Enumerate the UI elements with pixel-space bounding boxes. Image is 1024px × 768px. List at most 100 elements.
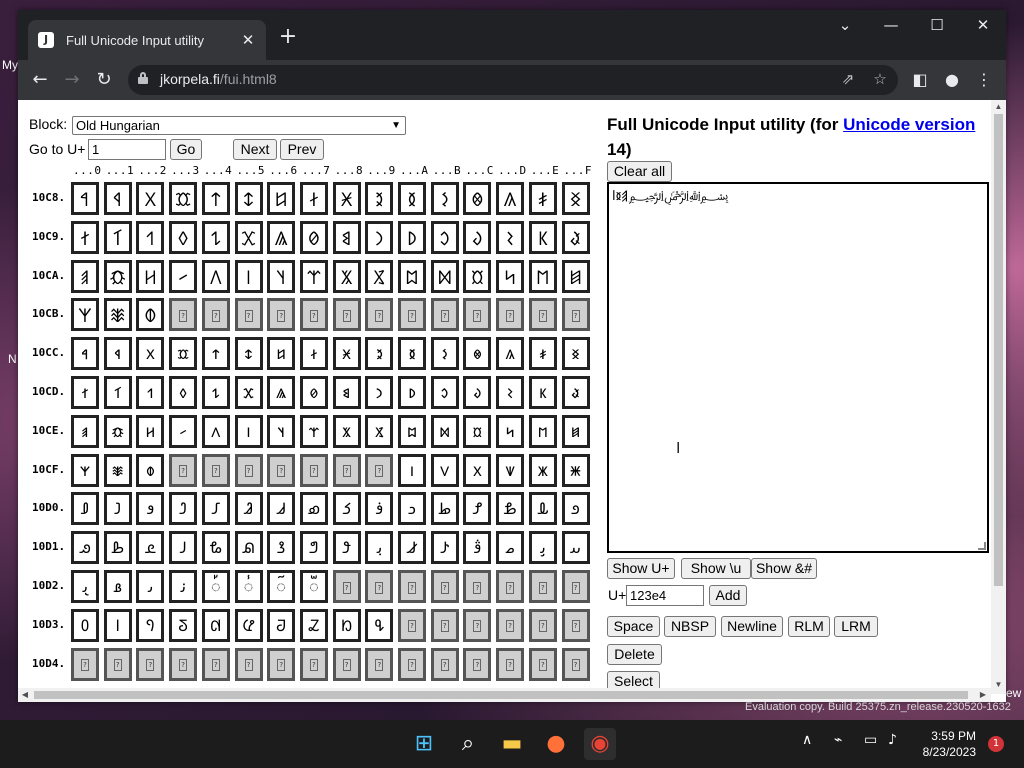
char-cell[interactable]: ? <box>365 647 394 681</box>
char-cell[interactable]: ? <box>496 608 525 642</box>
char-cell[interactable]: 𐲟 <box>561 220 590 254</box>
char-cell[interactable]: 𐳆 <box>267 337 296 371</box>
char-cell[interactable]: 𐲕 <box>234 220 263 254</box>
char-cell[interactable]: 𐲪 <box>398 259 426 293</box>
char-cell[interactable]: ? <box>299 298 328 332</box>
char-cell[interactable]: 𐳙 <box>365 376 394 409</box>
char-cell[interactable]: 𐴑 <box>103 531 132 565</box>
char-cell[interactable]: 𐲆 <box>267 182 296 215</box>
char-cell[interactable]: ? <box>398 608 426 642</box>
char-cell[interactable]: 𐳎 <box>528 337 557 371</box>
next-button[interactable]: Next <box>233 139 277 160</box>
char-cell[interactable]: 𐳻 <box>430 453 459 487</box>
char-cell[interactable]: ? <box>463 570 492 603</box>
char-cell[interactable]: 𐳯 <box>561 414 590 448</box>
uplus-input[interactable]: 123e4 <box>626 585 704 606</box>
char-cell[interactable]: 𐲎 <box>528 182 557 215</box>
char-cell[interactable]: 𐲱 <box>103 298 132 332</box>
clock[interactable]: 3:59 PM 8/23/2023 <box>900 728 976 760</box>
char-cell[interactable]: 𐳛 <box>430 376 459 409</box>
char-cell[interactable]: ? <box>528 608 557 642</box>
char-cell[interactable]: 𐴔 <box>201 531 230 565</box>
scroll-left-icon[interactable]: ◀ <box>18 688 32 702</box>
char-cell[interactable]: 𐲥 <box>234 259 263 293</box>
char-cell[interactable]: 𐴖 <box>267 531 296 565</box>
space-button[interactable]: Space <box>607 616 660 637</box>
char-cell[interactable]: 𐳦 <box>267 414 296 448</box>
char-cell[interactable]: 𐲧 <box>299 259 328 293</box>
char-cell[interactable]: 𐳧 <box>299 414 328 448</box>
char-cell[interactable]: 𐳂 <box>136 337 165 371</box>
char-cell[interactable]: 𐲭 <box>496 259 525 293</box>
char-cell[interactable]: ? <box>332 570 361 603</box>
search-icon[interactable]: ⌕ <box>452 728 484 760</box>
minimize-icon[interactable]: — <box>868 10 914 42</box>
char-cell[interactable]: 𐴴 <box>201 608 230 642</box>
char-cell[interactable]: 𐲤 <box>201 259 230 293</box>
char-cell[interactable]: 𐲇 <box>299 182 328 215</box>
char-cell[interactable]: 𐲊 <box>398 182 426 215</box>
char-cell[interactable]: 𐲠 <box>71 259 99 293</box>
char-cell[interactable]: 𐲙 <box>365 220 394 254</box>
add-button[interactable]: Add <box>709 585 747 606</box>
display-icon[interactable]: ▭ <box>864 732 877 748</box>
char-cell[interactable]: 𐲁 <box>103 182 132 215</box>
char-cell[interactable]: 𐳬 <box>463 414 492 448</box>
char-cell[interactable]: 𐴐 <box>71 531 99 565</box>
char-cell[interactable]: 𐴟 <box>561 531 590 565</box>
nbsp-button[interactable]: NBSP <box>664 616 716 637</box>
char-cell[interactable]: 𐳢 <box>136 414 165 448</box>
char-cell[interactable]: ? <box>398 647 426 681</box>
char-cell[interactable]: 𐳑 <box>103 376 132 409</box>
char-cell[interactable]: 𐲏 <box>561 182 590 215</box>
horizontal-scrollbar[interactable]: ◀ ▶ <box>18 688 991 702</box>
char-cell[interactable]: 𐳅 <box>234 337 263 371</box>
char-cell[interactable]: 𐴂 <box>136 492 165 526</box>
char-cell[interactable]: 𐴢 <box>136 570 165 603</box>
char-cell[interactable]: 𐳰 <box>71 453 99 487</box>
char-cell[interactable]: ? <box>234 298 263 332</box>
char-cell[interactable]: 𐲯 <box>561 259 590 293</box>
char-cell[interactable]: 𐳝 <box>496 376 525 409</box>
tab-close-icon[interactable]: ✕ <box>240 31 256 49</box>
maximize-icon[interactable]: ☐ <box>914 10 960 42</box>
char-cell[interactable]: 𐲨 <box>332 259 361 293</box>
char-cell[interactable]: 𐲗 <box>299 220 328 254</box>
char-cell[interactable]: ? <box>463 647 492 681</box>
char-cell[interactable]: 𐲅 <box>234 182 263 215</box>
char-cell[interactable]: ? <box>528 298 557 332</box>
menu-icon[interactable]: ⋮ <box>970 66 998 94</box>
char-cell[interactable]: ? <box>234 453 263 487</box>
char-cell[interactable]: ? <box>71 647 99 681</box>
char-cell[interactable]: ? <box>528 647 557 681</box>
char-cell[interactable]: 𐳿 <box>561 453 590 487</box>
char-cell[interactable]: 𐲜 <box>463 220 492 254</box>
star-icon[interactable]: ☆ <box>870 70 890 88</box>
char-cell[interactable]: 𐲘 <box>332 220 361 254</box>
char-cell[interactable]: 𐳫 <box>430 414 459 448</box>
char-cell[interactable]: 𐴝 <box>496 531 525 565</box>
char-cell[interactable]: ? <box>136 647 165 681</box>
show-amp-button[interactable]: Show &# <box>751 558 817 579</box>
notification-badge[interactable]: 1 <box>988 736 1004 752</box>
char-cell[interactable]: 𐲦 <box>267 259 296 293</box>
char-cell[interactable]: ? <box>365 570 394 603</box>
char-cell[interactable]: ? <box>332 298 361 332</box>
address-bar[interactable]: jkorpela.fi/fui.html8 ⇗ ☆ <box>128 65 898 95</box>
char-cell[interactable]: 𐴥 <box>234 570 263 603</box>
char-cell[interactable]: ? <box>496 647 525 681</box>
char-cell[interactable]: ? <box>332 647 361 681</box>
char-cell[interactable]: 𐴃 <box>169 492 198 526</box>
char-cell[interactable]: ? <box>430 647 459 681</box>
char-cell[interactable]: 𐳒 <box>136 376 165 409</box>
char-cell[interactable]: 𐴧 <box>299 570 328 603</box>
profile-icon[interactable]: ● <box>938 66 966 94</box>
char-cell[interactable]: 𐴄 <box>201 492 230 526</box>
char-cell[interactable]: 𐴏 <box>561 492 590 526</box>
volume-icon[interactable]: ♪ <box>888 732 897 748</box>
go-button[interactable]: Go <box>170 139 202 160</box>
char-cell[interactable]: 𐴅 <box>234 492 263 526</box>
char-cell[interactable]: ? <box>496 298 525 332</box>
char-cell[interactable]: ? <box>201 453 230 487</box>
char-cell[interactable]: 𐴵 <box>234 608 263 642</box>
